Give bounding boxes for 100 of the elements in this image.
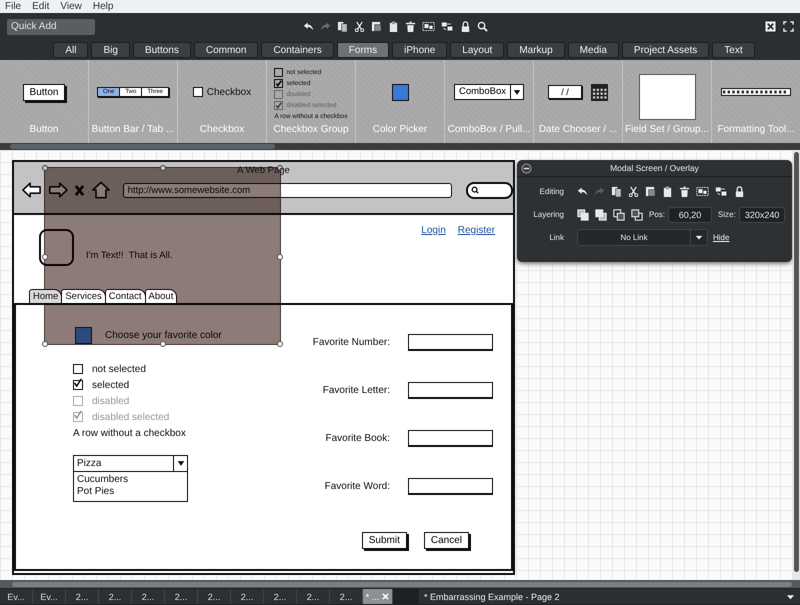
- library-item[interactable]: ComboBox ComboBox / Pull...: [445, 60, 534, 143]
- library-item-label: Checkbox: [200, 124, 244, 135]
- library-tab[interactable]: Containers: [261, 42, 334, 58]
- input-field[interactable]: [408, 382, 493, 399]
- library-tab[interactable]: Big: [91, 42, 130, 58]
- input-field[interactable]: [408, 478, 493, 496]
- undo-icon[interactable]: [577, 186, 588, 197]
- page-tab[interactable]: Ev...: [0, 589, 33, 604]
- quick-add-field[interactable]: Quick Add: [7, 18, 95, 34]
- field-label: Favorite Book:: [324, 433, 390, 444]
- hide-link[interactable]: Hide: [713, 233, 730, 242]
- page-title-dropdown[interactable]: * Embarrassing Example - Page 2: [419, 589, 800, 604]
- page-tab[interactable]: 2...: [330, 589, 363, 604]
- link[interactable]: Register: [458, 225, 495, 236]
- field-label: Favorite Word:: [324, 481, 390, 492]
- trash-icon[interactable]: [405, 21, 416, 32]
- search-icon[interactable]: [477, 21, 488, 32]
- checkbox-label: Checkbox: [206, 86, 252, 98]
- library-tab[interactable]: Text: [712, 42, 755, 58]
- library-tab[interactable]: Project Assets: [622, 42, 710, 58]
- group-icon[interactable]: [696, 186, 709, 197]
- layers-icon[interactable]: [577, 208, 589, 220]
- caret-icon: [513, 88, 521, 96]
- paste-icon[interactable]: [645, 186, 656, 197]
- library-tab[interactable]: iPhone: [392, 42, 448, 58]
- checkbox-label: selected: [92, 380, 130, 390]
- paste-icon[interactable]: [371, 21, 382, 32]
- undo-icon[interactable]: [303, 21, 314, 32]
- input-field[interactable]: [408, 334, 493, 351]
- form-button[interactable]: Submit: [362, 532, 407, 549]
- combobox[interactable]: Pizza: [73, 455, 188, 472]
- collapse-icon[interactable]: [521, 162, 532, 174]
- page-tab[interactable]: 2...: [264, 589, 297, 604]
- link[interactable]: Login: [421, 225, 446, 236]
- combobox-preview: ComboBox: [454, 84, 524, 100]
- checkbox[interactable]: [73, 364, 83, 374]
- size-field[interactable]: 320x240: [738, 206, 786, 222]
- lock-icon[interactable]: [460, 21, 471, 32]
- fullscreen-icon[interactable]: [783, 21, 794, 32]
- copy-icon[interactable]: [611, 186, 622, 197]
- ungroup-icon[interactable]: [715, 186, 728, 197]
- tab[interactable]: Home: [29, 289, 62, 303]
- color-picker-label: Choose your favorite color: [105, 330, 222, 341]
- scrollbar-thumb[interactable]: [794, 152, 799, 572]
- search-icon: [471, 186, 480, 194]
- row-label: Link: [548, 233, 564, 242]
- caret-icon: [695, 235, 703, 240]
- dropdown-option[interactable]: Cucumbers: [77, 474, 184, 486]
- library-item-label: Date Chooser / ...: [538, 124, 618, 135]
- position-field[interactable]: 60,20: [668, 206, 712, 222]
- scissors-icon[interactable]: [628, 186, 639, 197]
- library-tab[interactable]: Forms: [336, 42, 390, 58]
- library-tab[interactable]: All: [53, 42, 88, 58]
- caret-icon[interactable]: [176, 460, 184, 467]
- search-field[interactable]: [466, 182, 513, 198]
- scrollbar-thumb[interactable]: [12, 582, 792, 586]
- scissors-icon[interactable]: [354, 21, 365, 32]
- close-icon[interactable]: [765, 21, 776, 32]
- field-label: Favorite Letter:: [322, 384, 390, 396]
- lock-icon[interactable]: [734, 186, 745, 197]
- tab[interactable]: Services: [61, 289, 106, 303]
- layers-icon[interactable]: [631, 208, 643, 220]
- clipboard-icon[interactable]: [662, 186, 673, 197]
- library-tab[interactable]: Layout: [450, 42, 504, 58]
- form-button[interactable]: Cancel: [424, 532, 469, 549]
- color-swatch[interactable]: [75, 327, 92, 344]
- page-tab[interactable]: 2...: [165, 589, 198, 604]
- link-dropdown[interactable]: No Link: [577, 229, 708, 246]
- page-tab[interactable]: 2...: [132, 589, 165, 604]
- library-tab[interactable]: Common: [194, 42, 258, 58]
- page-tab[interactable]: 2...: [66, 589, 99, 604]
- library-tab[interactable]: Media: [568, 42, 619, 58]
- tab[interactable]: Contact: [104, 289, 146, 303]
- layers-icon[interactable]: [613, 208, 625, 220]
- library-tab[interactable]: Markup: [507, 42, 565, 58]
- calendar-icon: [590, 84, 608, 100]
- trash-icon[interactable]: [679, 186, 690, 197]
- ungroup-icon[interactable]: [441, 21, 454, 32]
- group-icon[interactable]: [422, 21, 435, 32]
- library-tab[interactable]: Buttons: [132, 42, 191, 58]
- scrollbar-thumb[interactable]: [10, 144, 275, 149]
- input-field[interactable]: [408, 430, 493, 448]
- page-tab[interactable]: 2...: [231, 589, 264, 604]
- back-arrow-icon[interactable]: [22, 181, 42, 199]
- page-tab[interactable]: 2...: [99, 589, 132, 604]
- page-tab[interactable]: 2...: [198, 589, 231, 604]
- page-tab[interactable]: Ev...: [33, 589, 66, 604]
- tab[interactable]: About: [144, 289, 178, 303]
- menu-item[interactable]: File: [5, 1, 22, 12]
- menu-item[interactable]: Edit: [32, 1, 50, 12]
- checkbox[interactable]: [73, 380, 83, 390]
- layers-icon[interactable]: [595, 208, 607, 220]
- menu-item[interactable]: Help: [92, 1, 114, 12]
- copy-icon[interactable]: [337, 21, 348, 32]
- clipboard-icon[interactable]: [388, 21, 399, 32]
- redo-icon[interactable]: [320, 21, 331, 32]
- dropdown-option[interactable]: Pot Pies: [77, 486, 184, 498]
- menu-item[interactable]: View: [60, 1, 82, 12]
- field-set-preview: [638, 74, 696, 120]
- page-tab[interactable]: 2...: [297, 589, 330, 604]
